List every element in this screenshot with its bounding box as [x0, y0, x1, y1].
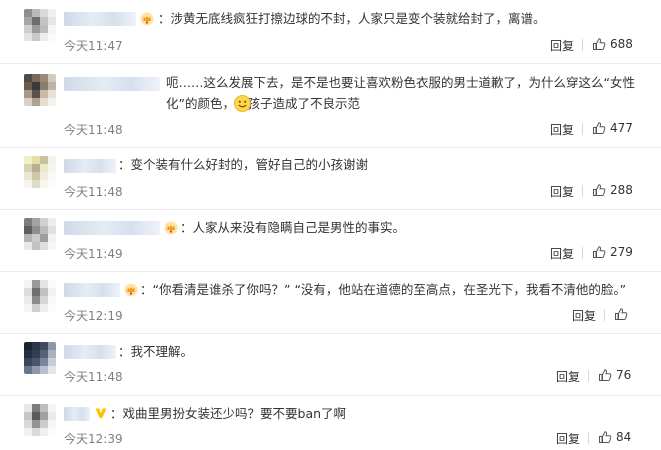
comment-time: 今天12:39: [64, 432, 123, 446]
reply-button[interactable]: 回复: [550, 245, 574, 262]
divider: [582, 185, 583, 197]
username[interactable]: [64, 407, 90, 421]
like-count: 279: [610, 245, 633, 259]
crown-badge-icon: [164, 221, 178, 235]
comment-item: 呃……这么发展下去，是不是也要让喜欢粉色衣服的男士道歉了，为什么穿这么“女性化”…: [0, 64, 661, 148]
avatar[interactable]: [24, 342, 56, 374]
like-button[interactable]: 76: [598, 368, 631, 382]
like-count: 76: [616, 368, 632, 382]
comment-text: ：我不理解。: [118, 341, 641, 362]
reply-button[interactable]: 回复: [556, 430, 580, 447]
like-button[interactable]: 688: [592, 37, 633, 51]
smile-emoji-icon: [234, 95, 251, 112]
comment-body: 我不理解。: [130, 344, 194, 359]
comment-time: 今天11:47: [64, 39, 123, 53]
avatar[interactable]: [24, 218, 56, 250]
comment-time: 今天11:48: [64, 123, 123, 137]
username[interactable]: [64, 12, 136, 26]
like-count: 288: [610, 183, 633, 197]
colon: ：: [140, 282, 153, 297]
avatar[interactable]: [24, 156, 56, 188]
divider: [582, 123, 583, 135]
username[interactable]: [64, 159, 116, 173]
like-count: 477: [610, 121, 633, 135]
comment-text: ：“你看清是谁杀了你吗？” “没有，他站在道德的至高点，在圣光下，我看不清他的脸…: [140, 279, 641, 300]
username[interactable]: [64, 77, 160, 91]
comment-item: ：人家从来没有隐瞒自己是男性的事实。 今天11:49 回复 279: [0, 210, 661, 272]
username[interactable]: [64, 345, 116, 359]
colon: ：: [158, 11, 171, 26]
thumbs-up-icon: [593, 246, 606, 258]
comment-item: ：“你看清是谁杀了你吗？” “没有，他站在道德的至高点，在圣光下，我看不清他的脸…: [0, 272, 661, 334]
thumbs-up-icon: [599, 369, 612, 381]
comment-time: 今天12:19: [64, 309, 123, 323]
like-count: 688: [610, 37, 633, 51]
like-button[interactable]: 279: [592, 245, 633, 259]
reply-button[interactable]: 回复: [550, 121, 574, 138]
comment-time: 今天11:48: [64, 185, 123, 199]
comment-item: ：涉黄无底线疯狂打擦边球的不封，人家只是变个装就给封了，离谱。 今天11:47 …: [0, 0, 661, 64]
divider: [588, 370, 589, 382]
comment-text: ：变个装有什么好封的，管好自己的小孩谢谢: [118, 154, 641, 175]
divider: [582, 39, 583, 51]
reply-button[interactable]: 回复: [550, 37, 574, 54]
colon: ：: [118, 344, 131, 359]
avatar[interactable]: [24, 9, 56, 41]
crown-badge-icon: [124, 283, 138, 297]
thumbs-up-icon: [593, 38, 606, 50]
comment-body: 戏曲里男扮女装还少吗？要不要ban了啊: [122, 406, 347, 421]
avatar[interactable]: [24, 280, 56, 312]
reply-button[interactable]: 回复: [556, 368, 580, 385]
colon: ：: [118, 157, 131, 172]
comment-body: 涉黄无底线疯狂打擦边球的不封，人家只是变个装就给封了，离谱。: [170, 11, 546, 26]
thumbs-up-icon: [615, 308, 628, 320]
comment-body: 变个装有什么好封的，管好自己的小孩谢谢: [130, 157, 369, 172]
username[interactable]: [64, 283, 120, 297]
comment-body: “你看清是谁杀了你吗？” “没有，他站在道德的至高点，在圣光下，我看不清他的脸。…: [152, 282, 627, 297]
divider: [582, 247, 583, 259]
thumbs-up-icon: [593, 184, 606, 196]
comment-time: 今天11:49: [64, 247, 123, 261]
divider: [588, 432, 589, 444]
comment-text: ：戏曲里男扮女装还少吗？要不要ban了啊: [110, 403, 641, 424]
colon: ：: [180, 220, 193, 235]
thumbs-up-icon: [599, 431, 612, 443]
comment-text: ：人家从来没有隐瞒自己是男性的事实。: [180, 217, 641, 238]
comment-body: 人家从来没有隐瞒自己是男性的事实。: [192, 220, 406, 235]
comment-time: 今天11:48: [64, 370, 123, 384]
thumbs-up-icon: [593, 122, 606, 134]
colon: ：: [110, 406, 123, 421]
reply-button[interactable]: 回复: [572, 307, 596, 324]
avatar[interactable]: [24, 74, 56, 106]
reply-button[interactable]: 回复: [550, 183, 574, 200]
comment-item: ：我不理解。 今天11:48 回复 76: [0, 334, 661, 396]
like-button[interactable]: [614, 307, 632, 321]
avatar[interactable]: [24, 404, 56, 436]
like-count: 84: [616, 430, 632, 444]
divider: [604, 309, 605, 321]
comment-item: ：戏曲里男扮女装还少吗？要不要ban了啊 今天12:39 回复 84: [0, 396, 661, 450]
comment-text: ：涉黄无底线疯狂打擦边球的不封，人家只是变个装就给封了，离谱。: [158, 8, 641, 29]
verified-v-badge-icon: [95, 408, 107, 418]
username[interactable]: [64, 221, 160, 235]
crown-badge-icon: [140, 12, 154, 26]
comment-item: ：变个装有什么好封的，管好自己的小孩谢谢 今天11:48 回复 288: [0, 148, 661, 210]
like-button[interactable]: 84: [598, 430, 631, 444]
like-button[interactable]: 477: [592, 121, 633, 135]
like-button[interactable]: 288: [592, 183, 633, 197]
